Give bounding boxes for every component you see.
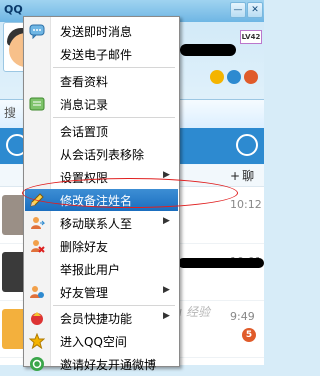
menu-item-send-message[interactable]: 发送即时消息 [25, 20, 178, 42]
menu-item-label: 举报此用户 [60, 263, 121, 277]
qzone-star-icon [28, 332, 46, 350]
menu-separator [53, 117, 175, 118]
chat-time: 9:49 [230, 310, 255, 323]
app-logo: QQ [4, 3, 23, 16]
menu-item-label: 删除好友 [60, 240, 109, 254]
redacted-nickname [180, 44, 236, 56]
weather-status-icon[interactable] [227, 70, 241, 84]
menu-item-send-email[interactable]: 发送电子邮件 [25, 43, 178, 65]
friend-manage-icon [29, 284, 45, 300]
menu-item-label: 发送即时消息 [60, 25, 133, 39]
message-log-icon [29, 96, 45, 112]
qzone-status-icon[interactable] [210, 70, 224, 84]
menu-item-message-log[interactable]: 消息记录 [25, 93, 178, 115]
level-badge: LV42 [240, 30, 262, 44]
menu-item-label: 会话置顶 [60, 125, 109, 139]
weibo-icon [29, 356, 45, 372]
menu-item-label: 好友管理 [60, 286, 109, 300]
menu-item-label: 查看资料 [60, 75, 109, 89]
menu-item-label: 发送电子邮件 [60, 48, 133, 62]
menu-separator [53, 305, 175, 306]
delete-friend-icon [29, 238, 45, 254]
menu-item-move-contact[interactable]: 移动联系人至 ▶ [25, 212, 178, 234]
chat-time: 10:12 [230, 198, 262, 211]
menu-item-label: 从会话列表移除 [60, 148, 145, 162]
vip-icon [29, 310, 45, 326]
close-button[interactable]: ✕ [247, 2, 263, 18]
menu-item-vip-shortcuts[interactable]: 会员快捷功能 ▶ [25, 307, 178, 329]
space-tab-icon[interactable] [236, 134, 258, 156]
menu-item-view-profile[interactable]: 查看资料 [25, 70, 178, 92]
unread-badge: 5 [242, 328, 256, 342]
menu-item-remove-from-list[interactable]: 从会话列表移除 [25, 143, 178, 165]
submenu-arrow-icon: ▶ [163, 311, 170, 321]
menu-item-label: 消息记录 [60, 98, 109, 112]
minimize-button[interactable]: — [230, 2, 246, 18]
menu-item-invite-weibo[interactable]: 邀请好友开通微博 [25, 353, 178, 375]
menu-item-friend-manage[interactable]: 好友管理 ▶ [25, 281, 178, 303]
music-status-icon[interactable] [244, 70, 258, 84]
menu-item-pin-session[interactable]: 会话置顶 [25, 120, 178, 142]
menu-item-label: 移动联系人至 [60, 217, 133, 231]
plus-icon: + [230, 169, 241, 183]
highlight-annotation-ellipse [22, 178, 238, 208]
submenu-arrow-icon: ▶ [163, 285, 170, 295]
submenu-arrow-icon: ▶ [163, 216, 170, 226]
chat-bubble-icon [29, 23, 45, 40]
move-contact-icon [29, 215, 46, 231]
menu-item-label: 进入QQ空间 [60, 335, 127, 349]
menu-item-enter-qzone[interactable]: 进入QQ空间 [25, 330, 178, 352]
menu-item-report-user[interactable]: 举报此用户 [25, 258, 178, 280]
menu-item-delete-friend[interactable]: 删除好友 [25, 235, 178, 257]
redacted-message [178, 258, 264, 268]
menu-separator [53, 67, 175, 68]
search-label: 搜 [4, 106, 17, 120]
menu-item-label: 会员快捷功能 [60, 312, 133, 326]
